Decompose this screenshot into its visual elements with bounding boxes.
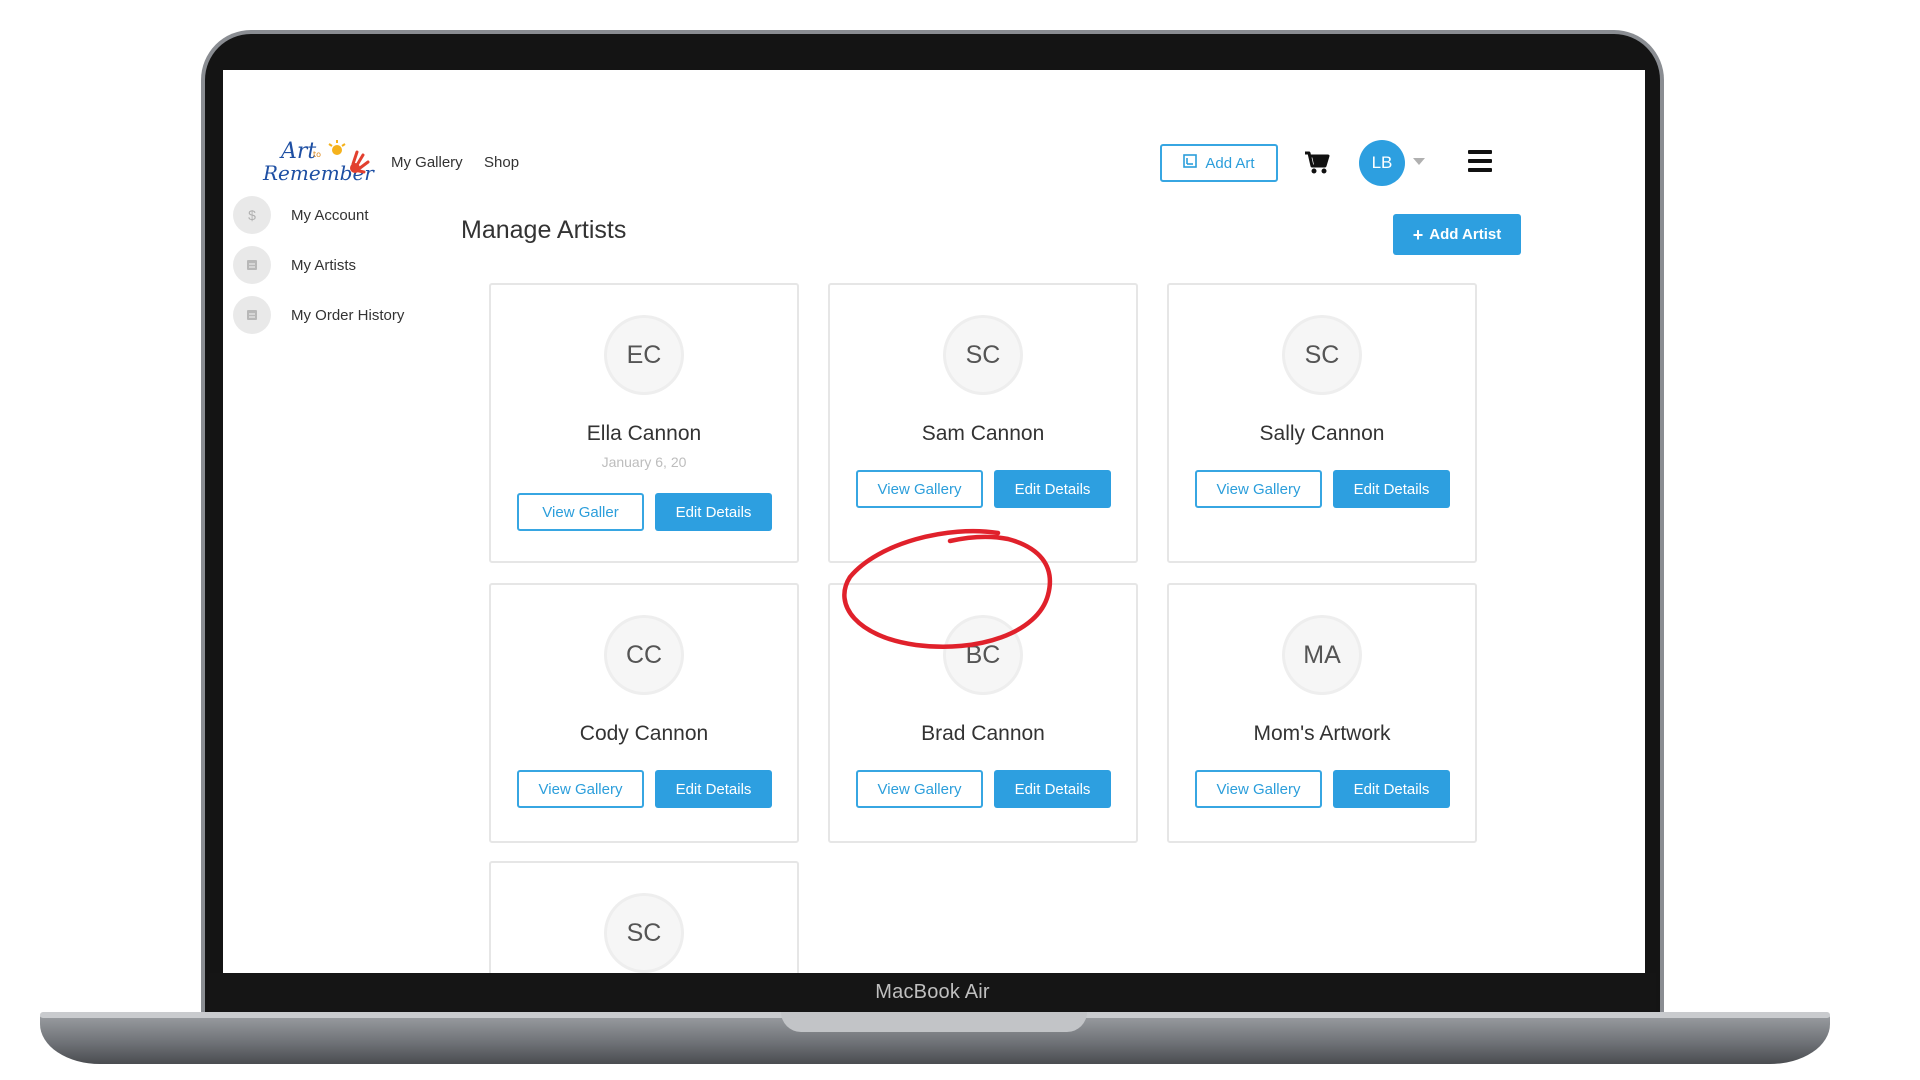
artist-name: Cody Cannon	[579, 722, 709, 745]
artist-card-ella-cannon: EC Ella Cannon January 6, 20 View Galler…	[489, 283, 799, 563]
laptop-chin: MacBook Air	[209, 973, 1656, 1013]
list-icon	[233, 296, 271, 334]
shopping-cart-icon[interactable]	[1304, 150, 1330, 176]
artist-card-sally-cannon: SC Sally Cannon View Gallery Edit Detail…	[1167, 283, 1477, 563]
artist-card-brad-cannon: BC Brad Cannon View Gallery Edit Details	[828, 583, 1138, 843]
add-artist-label: Add Artist	[1429, 226, 1502, 243]
nav-shop[interactable]: Shop	[484, 154, 519, 171]
artist-name: Mom's Artwork	[1253, 722, 1391, 745]
sidebar-item-my-order-history[interactable]: My Order History	[233, 296, 404, 334]
artist-initials-avatar: SC	[1285, 318, 1359, 392]
view-gallery-button[interactable]: View Gallery	[1195, 770, 1322, 808]
user-avatar[interactable]: LB	[1359, 140, 1405, 186]
browser-screen: Art to Remember My Gallery Shop Add Art …	[223, 70, 1645, 973]
view-gallery-button[interactable]: View Gallery	[856, 770, 983, 808]
artist-card-sam-cannon: SC Sam Cannon View Gallery Edit Details	[828, 283, 1138, 563]
laptop-notch	[781, 1012, 1087, 1032]
edit-details-button[interactable]: Edit Details	[1333, 770, 1450, 808]
chevron-down-icon[interactable]	[1413, 158, 1425, 165]
view-gallery-button[interactable]: View Gallery	[856, 470, 983, 508]
plus-icon: +	[1412, 224, 1424, 245]
add-art-button[interactable]: Add Art	[1160, 144, 1278, 182]
sidebar-item-label: My Account	[291, 206, 369, 224]
edit-details-button[interactable]: Edit Details	[655, 493, 772, 531]
edit-details-button[interactable]: Edit Details	[994, 470, 1111, 508]
nav-my-gallery[interactable]: My Gallery	[391, 154, 463, 171]
add-art-label: Add Art	[1205, 154, 1255, 172]
view-gallery-button[interactable]: View Gallery	[1195, 470, 1322, 508]
artist-name: Brad Cannon	[921, 722, 1045, 745]
dollar-icon: $	[233, 196, 271, 234]
add-artist-button[interactable]: + Add Artist	[1393, 214, 1521, 255]
artist-date: January 6, 20	[601, 454, 687, 470]
artist-card-sc: SC	[489, 861, 799, 973]
artist-initials-avatar: BC	[946, 618, 1020, 692]
artist-name: Sam Cannon	[921, 422, 1045, 445]
artist-name: Sally Cannon	[1259, 422, 1385, 445]
artist-initials-avatar: MA	[1285, 618, 1359, 692]
artist-name: Ella Cannon	[586, 422, 702, 445]
edit-details-button[interactable]: Edit Details	[1333, 470, 1450, 508]
artist-card-moms-artwork: MA Mom's Artwork View Gallery Edit Detai…	[1167, 583, 1477, 843]
art-to-remember-logo[interactable]: Art to Remember	[261, 138, 379, 188]
artist-initials-avatar: SC	[607, 896, 681, 970]
view-gallery-button[interactable]: View Galler	[517, 493, 644, 531]
hamburger-menu-icon[interactable]	[1468, 150, 1492, 172]
sidebar-item-label: My Order History	[291, 306, 405, 324]
artist-initials-avatar: EC	[607, 318, 681, 392]
frame-icon	[1183, 154, 1198, 172]
svg-text:to: to	[313, 150, 321, 159]
artist-initials-avatar: SC	[946, 318, 1020, 392]
page-title: Manage Artists	[461, 216, 627, 244]
artist-initials-avatar: CC	[607, 618, 681, 692]
edit-details-button[interactable]: Edit Details	[994, 770, 1111, 808]
sidebar-item-label: My Artists	[291, 256, 357, 274]
sidebar-item-my-artists[interactable]: My Artists	[233, 246, 356, 284]
edit-details-button[interactable]: Edit Details	[655, 770, 772, 808]
list-icon	[233, 246, 271, 284]
sidebar-item-my-account[interactable]: $ My Account	[233, 196, 369, 234]
artist-card-cody-cannon: CC Cody Cannon View Gallery Edit Details	[489, 583, 799, 843]
device-label: MacBook Air	[875, 981, 990, 1003]
view-gallery-button[interactable]: View Gallery	[517, 770, 644, 808]
